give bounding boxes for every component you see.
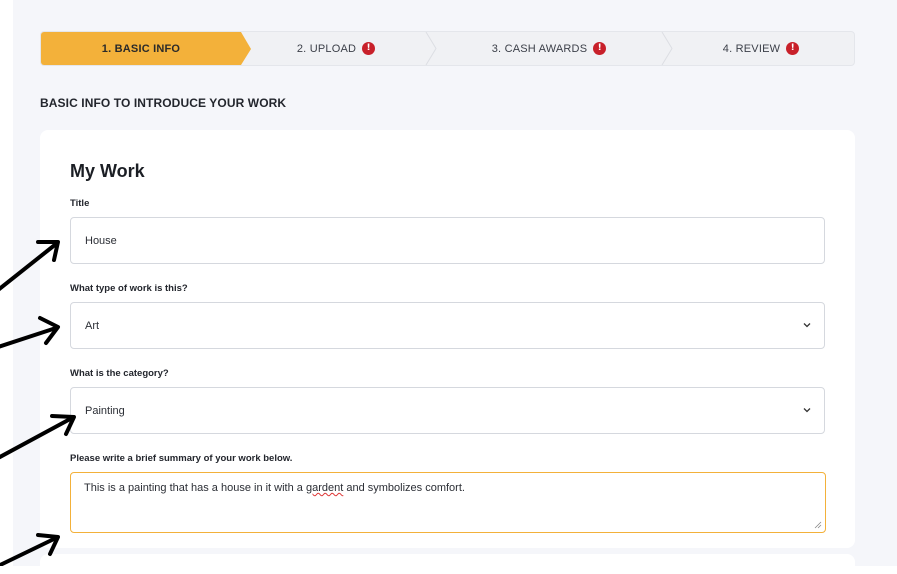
work-type-value: Art — [85, 319, 100, 332]
chevron-down-icon — [803, 323, 811, 328]
exclamation-circle-icon: ! — [362, 42, 376, 55]
step-basic-info[interactable]: 1. BASIC INFO — [41, 32, 251, 65]
category-select[interactable]: Painting — [70, 387, 825, 434]
misspelled-word: gardent — [305, 482, 344, 494]
summary-text-2: and symbolizes comfort. — [343, 482, 465, 494]
step-label: 1. BASIC INFO — [101, 42, 181, 55]
category-value: Painting — [85, 404, 125, 417]
resize-handle-icon[interactable] — [814, 521, 822, 529]
section-heading: BASIC INFO TO INTRODUCE YOUR WORK — [40, 96, 287, 110]
next-card — [40, 554, 855, 574]
step-label: 3. CASH AWARDS — [491, 42, 588, 55]
progress-stepper: 1. BASIC INFO 2. UPLOAD ! 3. CASH AWARDS… — [40, 31, 855, 66]
title-label: Title — [70, 198, 90, 209]
summary-text-1: This is a painting that has a house in i… — [84, 482, 306, 494]
title-value: House — [85, 234, 117, 247]
exclamation-circle-icon: ! — [593, 42, 607, 55]
step-label: 2. UPLOAD — [296, 42, 357, 55]
category-label: What is the category? — [70, 368, 169, 379]
step-cash-awards[interactable]: 3. CASH AWARDS ! — [431, 32, 667, 65]
exclamation-circle-icon: ! — [786, 42, 800, 55]
summary-textarea[interactable]: This is a painting that has a house in i… — [70, 472, 826, 533]
work-type-select[interactable]: Art — [70, 302, 825, 349]
card-title: My Work — [70, 161, 145, 181]
title-input[interactable]: House — [70, 217, 825, 264]
chevron-down-icon — [803, 408, 811, 413]
summary-label: Please write a brief summary of your wor… — [70, 453, 293, 464]
step-upload[interactable]: 2. UPLOAD ! — [241, 32, 431, 65]
step-review[interactable]: 4. REVIEW ! — [667, 32, 854, 65]
step-label: 4. REVIEW — [722, 42, 781, 55]
work-type-label: What type of work is this? — [70, 283, 188, 294]
